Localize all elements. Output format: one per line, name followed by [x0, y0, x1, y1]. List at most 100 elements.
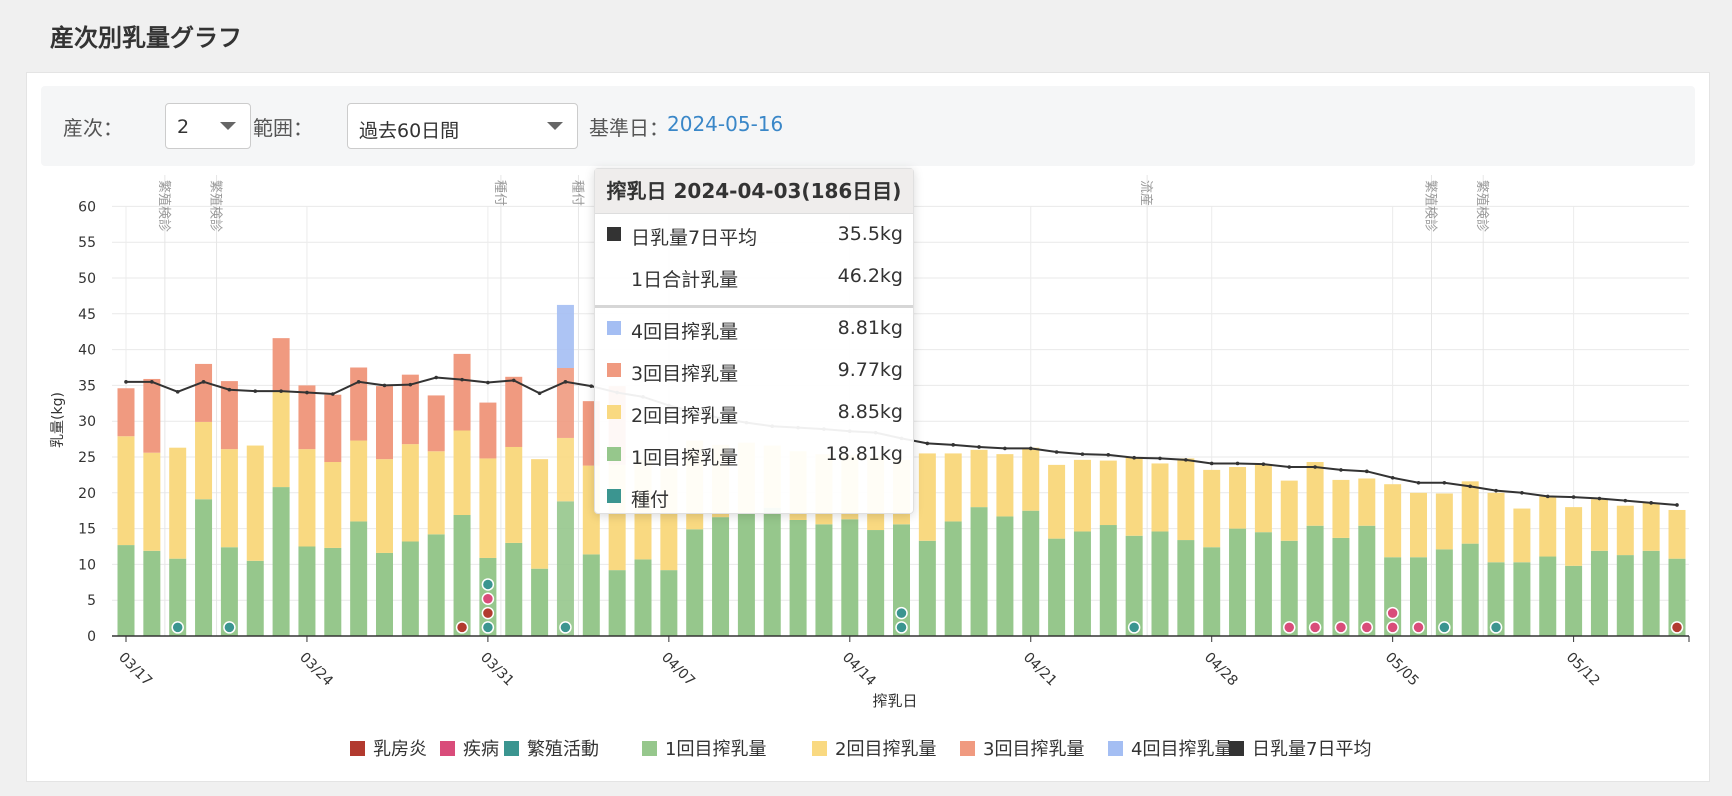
bar-segment: [1125, 535, 1143, 636]
legend-swatch: [440, 741, 455, 756]
event-marker: [1412, 621, 1425, 634]
avg-7day-point: [1313, 465, 1317, 469]
bar-segment: [143, 452, 161, 551]
legend-swatch: [812, 741, 827, 756]
bar-segment: [195, 499, 213, 636]
bar-segment: [453, 353, 471, 431]
event-line-label: 流産: [1138, 180, 1154, 206]
bar-segment: [582, 554, 600, 636]
legend-item[interactable]: 繁殖活動: [504, 735, 599, 761]
legend-item[interactable]: 3回目搾乳量: [960, 735, 1084, 761]
legend-item[interactable]: 乳房炎: [350, 735, 427, 761]
bar-segment: [1254, 532, 1272, 636]
tooltip-swatch: [607, 321, 621, 335]
y-axis-title: 乳量(kg): [50, 392, 66, 448]
bar-segment: [479, 458, 497, 558]
avg-7day-point: [1339, 468, 1343, 472]
tooltip-separator: [595, 305, 913, 308]
bar-segment: [1616, 505, 1634, 556]
bar-segment: [220, 449, 238, 548]
bar-segment: [1306, 525, 1324, 636]
y-tick-label: 45: [78, 307, 96, 323]
avg-7day-point: [1028, 446, 1033, 451]
y-tick-label: 40: [78, 343, 96, 359]
bar-segment: [1565, 507, 1583, 566]
event-marker: [1386, 621, 1399, 634]
legend-label: 繁殖活動: [527, 739, 599, 760]
event-marker: [223, 621, 236, 634]
bar-segment: [272, 487, 290, 636]
bar-segment: [918, 453, 936, 541]
event-line-label: 種付: [569, 180, 585, 206]
bar-segment: [1280, 480, 1298, 541]
bar-segment: [298, 385, 316, 450]
legend-item[interactable]: 疾病: [440, 735, 499, 761]
bar-segment: [1332, 479, 1350, 538]
avg-7day-point: [434, 375, 439, 380]
avg-7day-point: [589, 384, 594, 388]
bar-segment: [1513, 508, 1531, 563]
bar-segment: [246, 560, 264, 636]
legend-item[interactable]: 1回目搾乳量: [642, 735, 766, 761]
bar-segment: [1565, 565, 1583, 636]
bar-segment: [1642, 550, 1660, 636]
bar-segment: [1435, 493, 1453, 550]
bar-segment: [996, 454, 1014, 517]
x-axis-title: 搾乳日: [872, 692, 917, 710]
chart-legend: 乳房炎 疾病 繁殖活動 1回目搾乳量 2回目搾乳量 3回目搾乳量 4回目搾乳量 日乳量7日平均: [0, 735, 1732, 765]
bar-segment: [608, 570, 626, 636]
legend-label: 4回目搾乳量: [1131, 739, 1233, 760]
legend-swatch: [1229, 741, 1244, 756]
legend-swatch: [504, 741, 519, 756]
event-marker: [1334, 621, 1348, 634]
legend-item[interactable]: 4回目搾乳量: [1108, 735, 1232, 761]
bar-segment: [505, 446, 523, 543]
bar-segment: [350, 521, 368, 636]
avg-7day-point: [1235, 461, 1240, 466]
legend-item[interactable]: 日乳量7日平均: [1229, 735, 1371, 761]
legend-label: 2回目搾乳量: [835, 739, 937, 760]
avg-7day-point: [279, 389, 283, 393]
tooltip-swatch: [607, 405, 621, 419]
tooltip-value: 9.77kg: [837, 359, 903, 381]
bar-segment: [350, 367, 368, 441]
avg-7day-point: [1494, 488, 1498, 493]
bar-segment: [918, 540, 936, 636]
avg-7day-point: [1416, 480, 1421, 485]
tooltip-swatch: [607, 227, 621, 241]
bar-segment: [117, 436, 135, 546]
avg-7day-point: [124, 380, 128, 384]
bar-segment: [1048, 538, 1066, 636]
avg-7day-point: [1365, 469, 1369, 474]
tooltip-row: 種付: [595, 477, 913, 517]
legend-label: 日乳量7日平均: [1252, 739, 1372, 760]
bar-segment: [427, 534, 445, 636]
tooltip-swatch: [607, 363, 621, 377]
avg-7day-point: [1106, 453, 1111, 457]
tooltip-row: 1回目搾乳量 18.81kg: [595, 435, 913, 475]
bar-segment: [1073, 459, 1091, 532]
avg-7day-point: [1158, 456, 1162, 461]
bar-segment: [556, 304, 574, 369]
avg-7day-point: [977, 445, 981, 449]
bar-segment: [298, 546, 316, 636]
x-tick-label: 05/05: [1382, 650, 1422, 690]
avg-7day-point: [408, 382, 413, 387]
y-tick-label: 25: [78, 450, 96, 466]
event-marker: [1438, 621, 1451, 634]
bar-segment: [1384, 484, 1402, 558]
bar-segment: [1073, 531, 1091, 636]
bar-segment: [324, 462, 342, 548]
bar-segment: [117, 388, 135, 437]
avg-7day-point: [1080, 452, 1085, 456]
event-line-label: 繁殖検診: [1474, 180, 1490, 232]
event-line-label: 種付: [492, 180, 508, 206]
avg-7day-point: [486, 380, 490, 385]
bar-segment: [763, 507, 781, 636]
legend-item[interactable]: 2回目搾乳量: [812, 735, 936, 761]
avg-7day-point: [1132, 455, 1136, 460]
x-tick-label: 04/28: [1201, 650, 1241, 690]
avg-7day-point: [1184, 458, 1188, 462]
bar-segment: [841, 519, 859, 636]
avg-7day-point: [537, 391, 542, 396]
